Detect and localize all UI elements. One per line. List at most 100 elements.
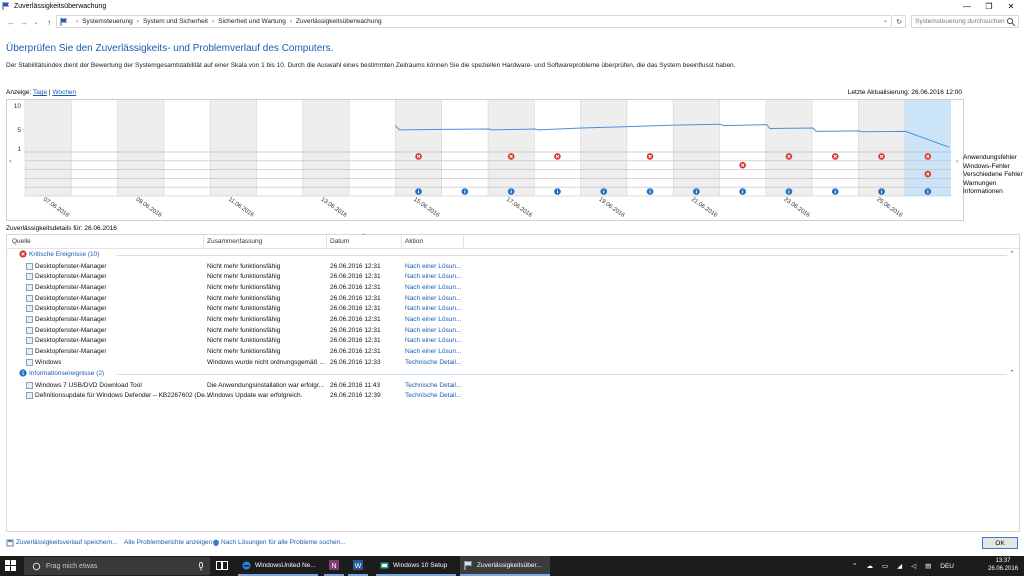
cell-action-link[interactable]: Nach einer Lösun... (405, 305, 461, 312)
input-language[interactable]: DEU (940, 563, 954, 570)
info-marker-icon[interactable] (739, 188, 746, 195)
address-dropdown-icon[interactable]: ⌄ (883, 17, 888, 24)
group-header[interactable]: Informationsereignisse (2) ⌃ (7, 369, 1019, 379)
cell-action-link[interactable]: Nach einer Lösun... (405, 316, 461, 323)
error-marker-icon[interactable] (785, 153, 793, 160)
up-arrow-icon[interactable]: ↑ (43, 16, 55, 28)
column-header-action[interactable]: Aktion (405, 238, 423, 245)
all-reports-link[interactable]: Alle Problemberichte anzeigen (124, 539, 212, 546)
recent-dropdown-icon[interactable]: ⌄ (30, 16, 42, 28)
error-marker-icon[interactable] (646, 153, 654, 160)
day-column[interactable] (858, 100, 905, 196)
maximize-button[interactable]: ❐ (978, 0, 1000, 12)
collapse-chevron-icon[interactable]: ⌃ (1009, 250, 1015, 258)
day-column[interactable] (534, 100, 581, 196)
day-column[interactable] (117, 100, 164, 196)
breadcrumb-item[interactable]: Zuverlässigkeitsüberwachung (296, 18, 382, 25)
day-column[interactable] (302, 100, 350, 196)
check-solutions-link[interactable]: Nach Lösungen für alle Probleme suchen..… (221, 539, 346, 546)
ok-button[interactable]: OK (982, 537, 1018, 549)
table-row[interactable]: Desktopfenster-Manager Nicht mehr funkti… (7, 261, 1019, 272)
column-divider[interactable] (463, 235, 464, 248)
cloud-icon[interactable]: ☁ (866, 562, 873, 570)
table-row[interactable]: Desktopfenster-Manager Nicht mehr funkti… (7, 335, 1019, 346)
day-column[interactable] (765, 100, 813, 196)
table-row[interactable]: Desktopfenster-Manager Nicht mehr funkti… (7, 271, 1019, 282)
view-days-link[interactable]: Tage (33, 89, 47, 96)
view-weeks-link[interactable]: Wochen (52, 89, 76, 96)
taskbar-item-onenote[interactable]: N (324, 556, 344, 576)
info-marker-icon[interactable] (461, 188, 469, 195)
breadcrumb-item[interactable]: Systemsteuerung (82, 18, 133, 25)
cell-action-link[interactable]: Nach einer Lösun... (405, 263, 461, 270)
day-column[interactable] (626, 100, 674, 196)
day-column[interactable] (719, 100, 766, 196)
cell-action-link[interactable]: Nach einer Lösun... (405, 273, 461, 280)
cell-action-link[interactable]: Technische Detail... (405, 392, 461, 399)
error-marker-icon[interactable] (924, 153, 932, 160)
table-row[interactable]: Windows Windows wurde nicht ordnungsgemä… (7, 357, 1019, 368)
table-row[interactable]: Definitionsupdate für Windows Defender –… (7, 390, 1019, 401)
error-marker-icon[interactable] (415, 153, 422, 160)
table-row[interactable]: Desktopfenster-Manager Nicht mehr funkti… (7, 325, 1019, 336)
column-divider[interactable] (401, 235, 402, 248)
cell-action-link[interactable]: Nach einer Lösun... (405, 295, 461, 302)
table-row[interactable]: Desktopfenster-Manager Nicht mehr funkti… (7, 293, 1019, 304)
table-row[interactable]: Windows 7 USB/DVD Download Tool Die Anwe… (7, 380, 1019, 391)
error-marker-icon[interactable] (554, 153, 561, 160)
taskbar-clock[interactable]: 13:37 26.06.2016 (988, 558, 1018, 573)
volume-icon[interactable]: ◁ (911, 562, 916, 570)
search-icon[interactable] (1006, 17, 1016, 27)
minimize-button[interactable]: — (956, 0, 978, 12)
taskbar-item-edge[interactable]: WindowsUnited Ne... (238, 556, 318, 576)
cell-action-link[interactable]: Nach einer Lösun... (405, 348, 461, 355)
column-divider[interactable] (203, 235, 204, 248)
breadcrumb-item[interactable]: System und Sicherheit (143, 18, 208, 25)
day-column[interactable] (580, 100, 627, 196)
close-button[interactable]: ✕ (1000, 0, 1022, 12)
error-marker-icon[interactable] (878, 153, 885, 160)
info-marker-icon[interactable] (415, 188, 422, 195)
notification-icon[interactable]: ▤ (925, 562, 931, 570)
day-column[interactable] (488, 100, 535, 196)
microphone-icon[interactable] (198, 562, 204, 571)
error-marker-icon[interactable] (831, 153, 839, 160)
column-header-source[interactable]: Quelle (12, 238, 31, 245)
info-marker-icon[interactable] (924, 188, 932, 195)
collapse-chevron-icon[interactable]: ⌃ (1009, 369, 1015, 377)
breadcrumb-item[interactable]: Sicherheit und Wartung (218, 18, 286, 25)
taskbar-item-word[interactable]: W (348, 556, 368, 576)
network-icon[interactable]: ◢ (897, 562, 902, 570)
day-column[interactable] (441, 100, 488, 196)
column-divider[interactable] (326, 235, 327, 248)
day-column[interactable] (163, 100, 211, 196)
taskbar-search[interactable]: Frag mich etwas (24, 557, 210, 575)
table-row[interactable]: Desktopfenster-Manager Nicht mehr funkti… (7, 303, 1019, 314)
address-field[interactable]: › Systemsteuerung › System und Sicherhei… (56, 15, 892, 28)
show-hidden-icons-icon[interactable]: ⌃ (852, 562, 857, 570)
scroll-right-icon[interactable]: › (956, 158, 958, 165)
info-marker-icon[interactable] (878, 188, 885, 195)
stability-chart-canvas[interactable]: 10 5 1 ‹ › 07.06.2016 09.06.2016 11.06.2016 13.0… (7, 100, 965, 222)
stability-chart[interactable]: 10 5 1 ‹ › 07.06.2016 09.06.2016 11.06.2016 13.0… (6, 99, 964, 221)
day-column[interactable] (395, 100, 442, 196)
table-row[interactable]: Desktopfenster-Manager Nicht mehr funkti… (7, 282, 1019, 293)
day-column[interactable] (673, 100, 720, 196)
column-header-date[interactable]: Datum (330, 238, 349, 245)
day-column[interactable] (904, 100, 951, 196)
info-marker-icon[interactable] (646, 188, 654, 195)
back-arrow-icon[interactable]: ← (5, 16, 17, 28)
day-column[interactable] (210, 100, 257, 196)
day-column[interactable] (71, 100, 118, 196)
save-history-link[interactable]: Zuverlässigkeitsverlauf speichern... (16, 539, 118, 546)
day-column[interactable] (349, 100, 396, 196)
scroll-left-icon[interactable]: ‹ (9, 158, 11, 165)
info-marker-icon[interactable] (554, 188, 561, 195)
info-marker-icon[interactable] (785, 188, 793, 195)
day-column[interactable] (25, 100, 72, 196)
task-view-icon[interactable] (216, 560, 228, 571)
forward-arrow-icon[interactable]: → (18, 16, 30, 28)
error-marker-icon[interactable] (924, 170, 932, 178)
info-marker-icon[interactable] (693, 188, 700, 195)
info-marker-icon[interactable] (507, 188, 515, 195)
